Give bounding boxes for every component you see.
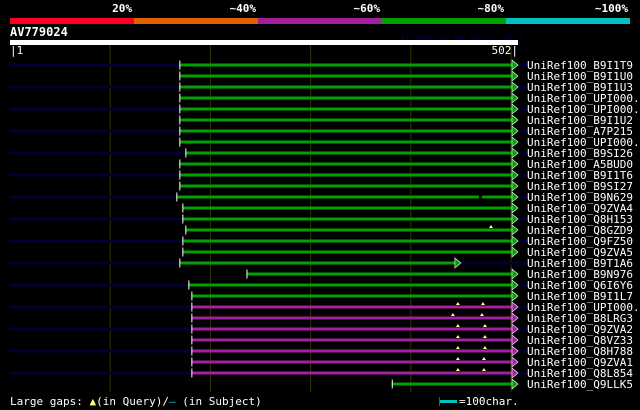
end-arrow-icon — [511, 158, 519, 170]
end-arrow-icon — [511, 147, 519, 159]
end-arrow-icon — [511, 268, 519, 280]
end-arrow-icon — [511, 235, 519, 247]
query-gap-icon — [455, 302, 460, 305]
alignment-bar — [176, 195, 512, 199]
subject-gap-icon: – — [169, 395, 176, 408]
scale-label: =100char. — [459, 395, 519, 408]
end-arrow-icon — [511, 301, 519, 313]
query-end-label: 502| — [492, 44, 519, 57]
hit-label[interactable]: UniRef100_Q9LLK5 — [527, 378, 633, 391]
query-gap-icon — [482, 346, 487, 349]
alignment-bar — [182, 217, 512, 221]
alignment-bar — [179, 85, 512, 89]
alignment-bar — [188, 283, 512, 287]
scale-label: ~40% — [230, 2, 257, 15]
query-gap-icon — [481, 368, 486, 371]
end-arrow-icon — [511, 114, 519, 126]
scale-label: 20% — [112, 2, 132, 15]
query-gap-icon — [455, 346, 460, 349]
alignment-bar — [185, 228, 512, 232]
end-arrow-icon — [511, 70, 519, 82]
end-arrow-icon — [454, 257, 462, 269]
alignment-bar — [179, 118, 512, 122]
alignment-bar — [179, 140, 512, 144]
end-arrow-icon — [511, 334, 519, 346]
query-gap-icon — [480, 302, 485, 305]
end-arrow-icon — [511, 81, 519, 93]
end-arrow-icon — [511, 213, 519, 225]
gaps-legend: Large gaps: ▲(in Query)/– (in Subject) — [10, 395, 262, 408]
end-arrow-icon — [511, 59, 519, 71]
end-arrow-icon — [511, 224, 519, 236]
hit-list: UniRef100_B9I1T9UniRef100_B9I1U0UniRef10… — [10, 59, 640, 391]
query-gap-icon — [482, 335, 487, 338]
alignment-bar — [191, 338, 513, 342]
query-gap-icon — [450, 313, 455, 316]
end-arrow-icon — [511, 290, 519, 302]
scale-segment — [258, 18, 382, 24]
end-arrow-icon — [511, 103, 519, 115]
alignment-bar — [182, 239, 512, 243]
end-arrow-icon — [511, 378, 519, 390]
query-gap-icon — [482, 324, 487, 327]
end-arrow-icon — [511, 312, 519, 324]
alignment-bar — [191, 349, 513, 353]
alignment-bar — [179, 107, 512, 111]
subject-gap-mark — [478, 195, 482, 199]
scale-segment — [382, 18, 506, 24]
alignment-bar — [191, 305, 513, 309]
end-arrow-icon — [511, 279, 519, 291]
query-gap-icon — [479, 313, 484, 316]
query-gap-icon — [455, 324, 460, 327]
identity-color-scale: 20% ~40% ~60% ~80% ~100% — [10, 2, 630, 24]
scale-segment — [10, 18, 134, 24]
end-arrow-icon — [511, 169, 519, 181]
scale-segment — [134, 18, 258, 24]
end-arrow-icon — [511, 367, 519, 379]
end-arrow-icon — [511, 92, 519, 104]
alignment-bar — [179, 63, 512, 67]
alignment-bar — [179, 162, 512, 166]
alignment-bar — [191, 294, 513, 298]
end-arrow-icon — [511, 356, 519, 368]
end-arrow-icon — [511, 136, 519, 148]
query-gap-icon — [488, 225, 493, 228]
end-arrow-icon — [511, 191, 519, 203]
alignment-view: 20% ~40% ~60% ~80% ~100% AV779024 AlignView.… — [10, 2, 640, 408]
alignment-bar — [179, 74, 512, 78]
alignment-bar — [191, 371, 513, 375]
query-gap-icon — [481, 357, 486, 360]
scale-segment — [506, 18, 630, 24]
end-arrow-icon — [511, 202, 519, 214]
end-arrow-icon — [511, 180, 519, 192]
query-gap-icon — [455, 335, 460, 338]
query-name: AV779024 — [10, 25, 68, 39]
alignment-bar — [182, 250, 512, 254]
scale-label: ~80% — [478, 2, 505, 15]
alignment-bar — [185, 151, 512, 155]
scale-label: ~100% — [595, 2, 628, 15]
alignment-bar — [191, 316, 513, 320]
alignment-bar — [179, 173, 512, 177]
alignment-bar — [191, 327, 513, 331]
scale-100char-bar — [440, 400, 457, 403]
query-bar — [10, 40, 518, 45]
query-gap-icon — [455, 368, 460, 371]
scale-label: ~60% — [354, 2, 381, 15]
alignment-bar — [391, 382, 512, 386]
end-arrow-icon — [511, 246, 519, 258]
alignment-bar — [179, 261, 455, 265]
alignment-bar — [179, 129, 512, 133]
end-arrow-icon — [511, 125, 519, 137]
query-start-label: |1 — [10, 44, 23, 57]
alignment-bar — [246, 272, 512, 276]
query-gap-icon — [455, 357, 460, 360]
hit-row[interactable]: UniRef100_Q9LLK5 — [391, 378, 633, 391]
alignment-bar — [182, 206, 512, 210]
alignment-bar — [191, 360, 513, 364]
end-arrow-icon — [511, 323, 519, 335]
alignment-bar — [179, 184, 512, 188]
alignment-bar — [179, 96, 512, 100]
end-arrow-icon — [511, 345, 519, 357]
